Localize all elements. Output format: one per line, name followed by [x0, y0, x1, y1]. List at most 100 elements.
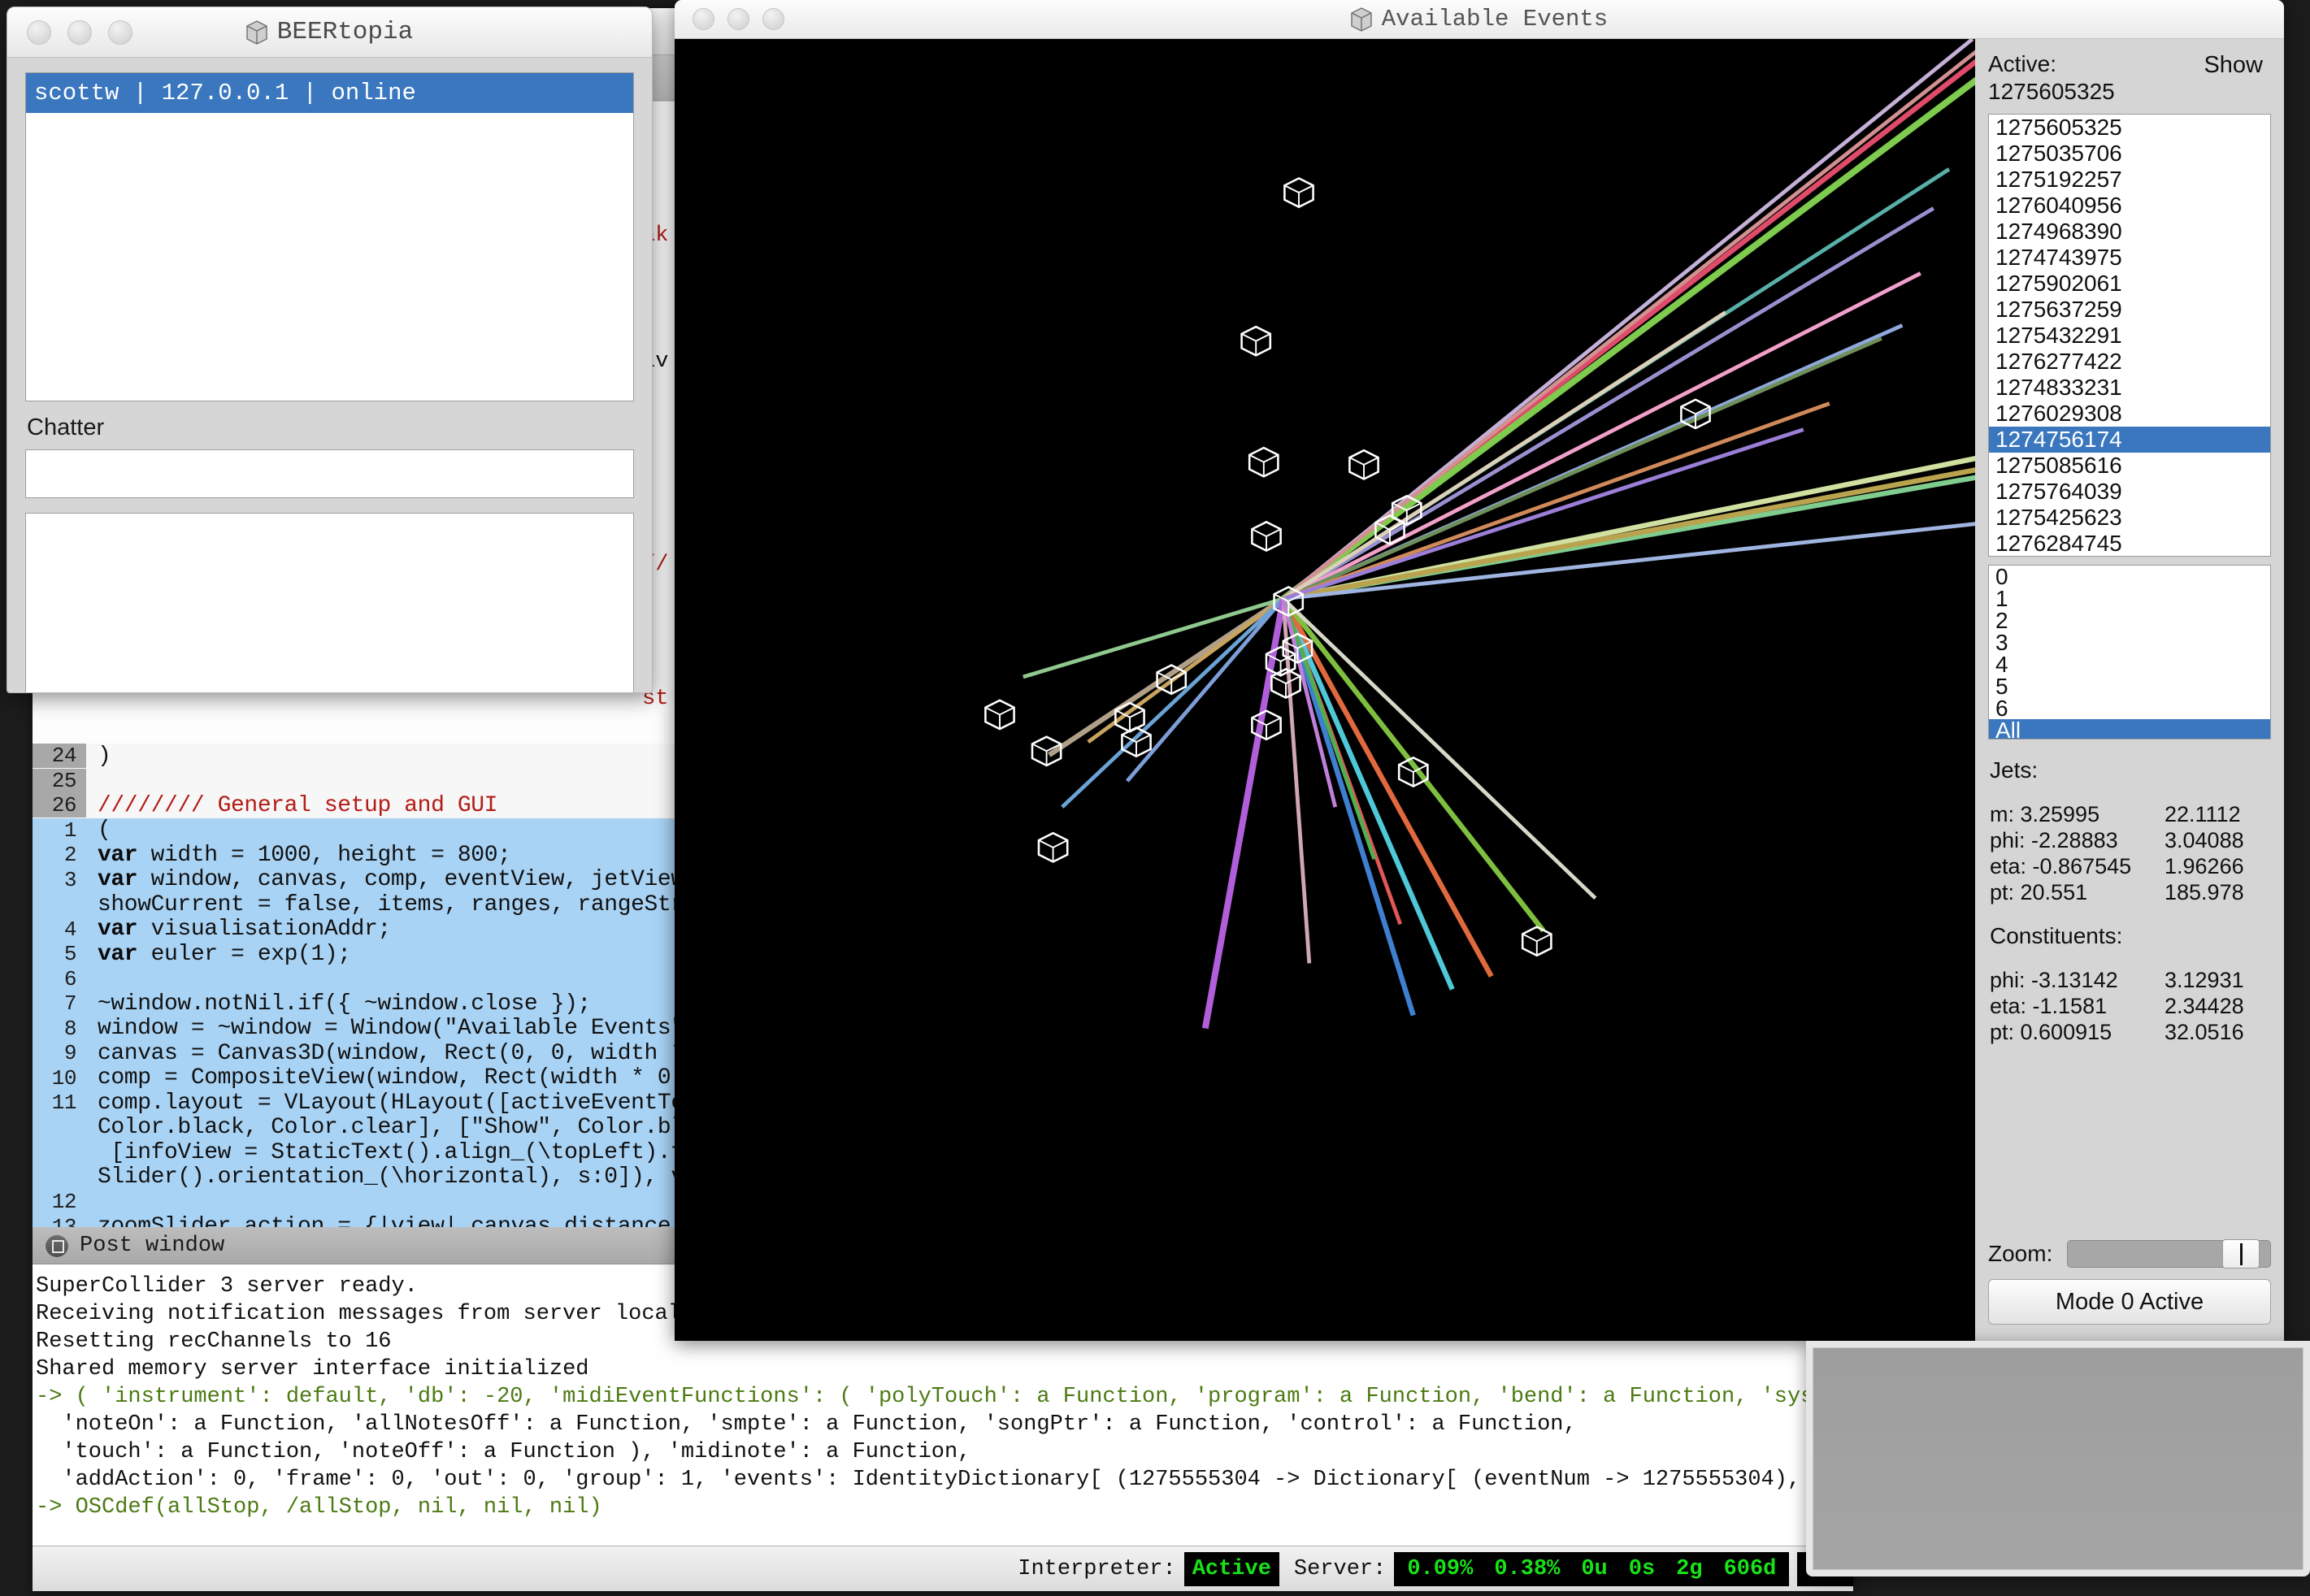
line-text: ): [98, 744, 111, 769]
calorimeter-cell-marker: [1251, 709, 1282, 741]
line-text: ~window.notNil.if({ ~window.close });: [98, 991, 591, 1017]
status-bar: Interpreter: Active Server: 0.09% 0.38% 0u…: [33, 1546, 1853, 1591]
line-text: var euler = exp(1);: [98, 941, 351, 967]
chatter-input[interactable]: [25, 449, 634, 498]
jet-list-item[interactable]: All: [1989, 719, 2270, 739]
events-main-area: Active: 1275605325 Show 1275605325 127503…: [675, 39, 2284, 1341]
constituents-label: Constituents:: [1990, 923, 2123, 948]
post-line: 'touch': a Function, 'noteOff': a Functi…: [36, 1440, 971, 1464]
line-number: 26: [33, 793, 86, 818]
available-events-window: Available Events Active: 1275605325 Show…: [675, 0, 2284, 1341]
calorimeter-cell-marker: [1283, 176, 1314, 209]
interpreter-label: Interpreter:: [1018, 1556, 1176, 1581]
screen-root: (/U ak iv // st 24)2526//////// General …: [0, 0, 2310, 1596]
jet-min: m: 3.25995: [1990, 802, 2100, 826]
event-list-item[interactable]: 1276040956: [1989, 193, 2270, 219]
jet-list-item[interactable]: 6: [1989, 697, 2270, 720]
line-number: 10: [33, 1065, 86, 1091]
line-text: var width = 1000, height = 800;: [98, 842, 511, 868]
server-stat: 0s: [1628, 1556, 1656, 1581]
active-event-row: Active: 1275605325 Show: [1988, 50, 2271, 106]
mode-toggle-button[interactable]: Mode 0 Active: [1988, 1279, 2271, 1325]
jet-index-list[interactable]: 0 1 2 3 4 5 6 All: [1988, 565, 2271, 739]
calorimeter-cell-marker: [1121, 726, 1152, 758]
zoom-slider[interactable]: [2067, 1239, 2271, 1269]
show-button[interactable]: Show: [2195, 50, 2271, 80]
server-stat: 2g: [1676, 1556, 1703, 1581]
event-list-item[interactable]: 1274756174: [1989, 427, 2270, 453]
events-window-title-text: Available Events: [1381, 6, 1609, 33]
jet-list-item[interactable]: 0: [1989, 566, 2270, 588]
line-text: (: [98, 818, 111, 844]
constituent-row: pt: 0.600915 32.0516: [1990, 1019, 2271, 1045]
constituent-min: eta: -1.1581: [1990, 994, 2108, 1018]
event-list-item[interactable]: 1275764039: [1989, 479, 2270, 505]
beertopia-window: BEERtopia scottw | 127.0.0.1 | online Ch…: [7, 7, 653, 693]
jet-list-item[interactable]: 5: [1989, 675, 2270, 698]
constituent-max: 32.0516: [2165, 1020, 2244, 1044]
events-side-panel: Active: 1275605325 Show 1275605325 127503…: [1975, 39, 2284, 1341]
constituents-table: phi: -3.13142 3.12931 eta: -1.1581 2.34428 p…: [1990, 967, 2271, 1045]
beertopia-titlebar: BEERtopia: [7, 7, 652, 58]
zoom-slider-handle[interactable]: [2221, 1239, 2260, 1269]
server-stat: 0u: [1581, 1556, 1608, 1581]
jet-list-item[interactable]: 2: [1989, 609, 2270, 632]
constituent-min: pt: 0.600915: [1990, 1020, 2112, 1044]
calorimeter-cell-marker: [1251, 520, 1282, 553]
chatter-log[interactable]: [25, 513, 634, 692]
post-line: -> ( 'instrument': default, 'db': -20, '…: [36, 1385, 1853, 1409]
particle-track: [1087, 596, 1285, 744]
line-text: //////// General setup and GUI: [98, 792, 498, 818]
server-stats-badge: 0.09% 0.38% 0u 0s 2g 606d: [1394, 1551, 1790, 1586]
line-number: 1: [33, 818, 86, 843]
events-titlebar: Available Events: [675, 0, 2284, 39]
calorimeter-cell-marker: [1037, 831, 1069, 863]
jet-list-item[interactable]: 4: [1989, 653, 2270, 676]
line-number: 4: [33, 917, 86, 942]
event-list-item[interactable]: 1275637259: [1989, 297, 2270, 323]
server-stat: 0.38%: [1494, 1556, 1561, 1581]
active-event-id: 1275605325: [1988, 79, 2115, 104]
event-list-item[interactable]: 1275192257: [1989, 167, 2270, 193]
event-list-item[interactable]: 1276284745: [1989, 531, 2270, 556]
event-list-item[interactable]: 1274833231: [1989, 375, 2270, 401]
event-list-item[interactable]: 1274743975: [1989, 245, 2270, 271]
server-stat: 0.09%: [1407, 1556, 1474, 1581]
jet-list-item[interactable]: 1: [1989, 588, 2270, 610]
line-number: 7: [33, 991, 86, 1017]
jet-list-item[interactable]: 3: [1989, 631, 2270, 654]
event-list-item[interactable]: 1275605325: [1989, 115, 2270, 141]
event-list-item[interactable]: 1275085616: [1989, 453, 2270, 479]
calorimeter-cell-marker: [1248, 446, 1279, 478]
events-window-title: Available Events: [675, 6, 2284, 33]
event-list-item[interactable]: 1275902061: [1989, 271, 2270, 297]
line-number: 24: [33, 744, 86, 769]
event-id-list[interactable]: 1275605325 1275035706 1275192257 1276040956…: [1988, 114, 2271, 557]
zoom-control-row: Zoom:: [1988, 1239, 2271, 1269]
event-list-item[interactable]: 1276277422: [1989, 349, 2270, 375]
server-stat: 606d: [1723, 1556, 1777, 1581]
user-list[interactable]: scottw | 127.0.0.1 | online: [25, 72, 634, 401]
event-list-item[interactable]: 1275035706: [1989, 141, 2270, 167]
jet-max: 185.978: [2165, 880, 2244, 904]
cube-icon: [246, 20, 267, 45]
jet-row: m: 3.25995 22.1112: [1990, 801, 2271, 827]
line-number: 5: [33, 942, 86, 967]
event-list-item[interactable]: 1276029308: [1989, 401, 2270, 427]
post-window-icon: [46, 1234, 68, 1257]
jet-max: 22.1112: [2165, 802, 2241, 826]
line-text: var window, canvas, comp, eventView, jet…: [98, 867, 698, 893]
event-list-item[interactable]: 1275432291: [1989, 323, 2270, 349]
event-3d-canvas[interactable]: [675, 39, 1975, 1341]
beertopia-title-text: BEERtopia: [276, 18, 414, 46]
line-text: Color.black, Color.clear], ["Show", Colo…: [98, 1115, 711, 1141]
jets-table: m: 3.25995 22.1112 phi: -2.28883 3.04088 eta…: [1990, 801, 2271, 905]
line-text: Slider().orientation_(\horizontal), s:0]…: [98, 1164, 711, 1190]
constituent-max: 3.12931: [2165, 968, 2244, 992]
event-list-item[interactable]: 1275425623: [1989, 505, 2270, 531]
event-list-item[interactable]: 1274968390: [1989, 219, 2270, 245]
user-list-item[interactable]: scottw | 127.0.0.1 | online: [26, 73, 633, 113]
constituent-min: phi: -3.13142: [1990, 968, 2118, 992]
line-number: 2: [33, 843, 86, 868]
line-text: [infoView = StaticText().align_(\topLeft…: [98, 1139, 724, 1165]
